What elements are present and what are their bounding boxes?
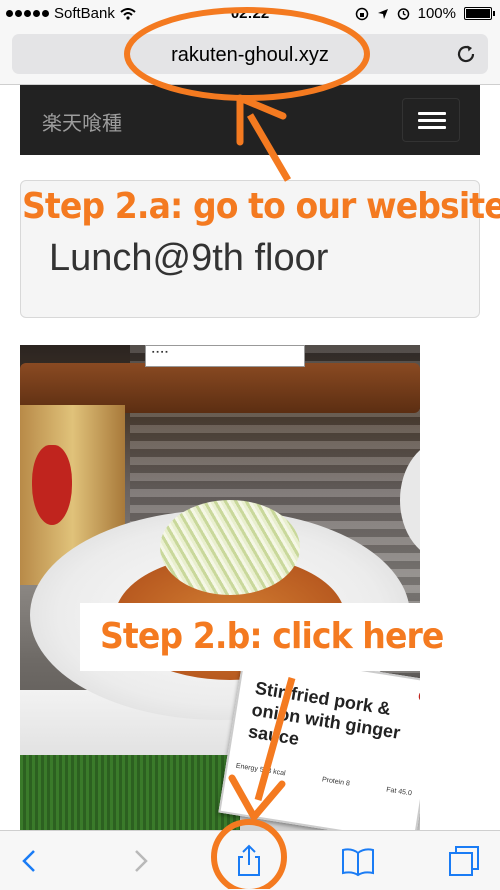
browser-address-area: rakuten-ghoul.xyz	[0, 28, 500, 85]
step-a-annotation: Step 2.a: go to our website	[22, 186, 500, 227]
location-icon	[377, 8, 388, 19]
nutrition-energy: Energy 563 kcal	[235, 762, 286, 778]
battery-icon	[464, 7, 495, 20]
bookmarks-icon[interactable]	[340, 843, 376, 879]
status-bar: SoftBank 02:22 100%	[0, 0, 500, 28]
photo-top-label: ▪ ▪ ▪ ▪	[145, 345, 305, 367]
lunch-photo: ▪ ▪ ▪ ▪ c Stir-fried pork & onion with g…	[20, 345, 420, 830]
rotation-lock-icon	[355, 7, 368, 20]
status-right: 100%	[355, 5, 495, 22]
photo-pepper	[32, 445, 72, 525]
dish-label-nutrition: Energy 563 kcal Protein 8 Fat 45.0	[235, 763, 412, 798]
share-icon[interactable]	[231, 843, 267, 879]
nutrition-protein: Protein 8	[321, 776, 351, 788]
page-title: Lunch@9th floor	[49, 237, 329, 279]
url-text[interactable]: rakuten-ghoul.xyz	[12, 44, 488, 67]
photo-cabbage	[160, 500, 300, 595]
menu-toggle-button[interactable]	[402, 98, 460, 142]
dish-label-text: Stir-fried pork & onion with ginger sauc…	[246, 677, 402, 749]
nutrition-fat: Fat 45.0	[385, 786, 413, 798]
tabs-icon[interactable]	[446, 843, 482, 879]
site-navbar: 楽天喰種	[20, 85, 480, 155]
site-brand[interactable]: 楽天喰種	[42, 107, 122, 136]
back-icon[interactable]	[12, 843, 48, 879]
browser-toolbar	[0, 830, 500, 890]
step-b-annotation: Step 2.b: click here	[100, 616, 444, 657]
battery-percent: 100%	[417, 5, 456, 22]
forward-icon[interactable]	[122, 843, 158, 879]
url-bar[interactable]: rakuten-ghoul.xyz	[12, 34, 488, 74]
alarm-icon	[397, 8, 409, 20]
photo-grass	[20, 755, 240, 830]
dish-label-card: c Stir-fried pork & onion with ginger sa…	[218, 650, 420, 830]
reload-icon[interactable]	[454, 42, 478, 66]
